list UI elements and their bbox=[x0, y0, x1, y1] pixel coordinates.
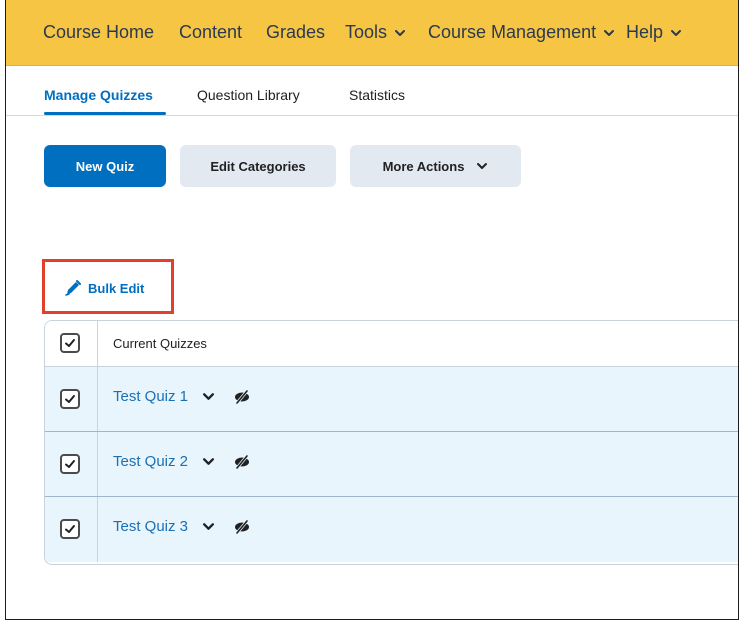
edit-categories-button-label: Edit Categories bbox=[210, 158, 306, 174]
row-checkbox[interactable] bbox=[60, 519, 80, 539]
nav-grades[interactable]: Grades bbox=[266, 22, 325, 43]
nav-tools[interactable]: Tools bbox=[345, 22, 406, 43]
column-divider bbox=[97, 367, 98, 431]
checkmark-icon bbox=[65, 460, 75, 468]
quiz-cell: Test Quiz 2 bbox=[113, 453, 251, 470]
row-checkbox[interactable] bbox=[60, 389, 80, 409]
table-row: Test Quiz 1 bbox=[45, 367, 738, 432]
table-row: Test Quiz 3 bbox=[45, 497, 738, 562]
nav-course-management[interactable]: Course Management bbox=[428, 22, 615, 43]
more-actions-button-label: More Actions bbox=[382, 158, 465, 174]
nav-grades-label: Grades bbox=[266, 22, 326, 42]
bulk-edit-label: Bulk Edit bbox=[88, 280, 145, 296]
chevron-down-icon[interactable] bbox=[202, 455, 215, 468]
column-divider bbox=[97, 497, 98, 562]
nav-content[interactable]: Content bbox=[179, 22, 242, 43]
quizzes-table: Current Quizzes Test Quiz 1 Test Quiz 2 … bbox=[44, 320, 738, 565]
nav-course-home-label: Course Home bbox=[43, 22, 155, 42]
hidden-eye-icon bbox=[235, 389, 250, 404]
column-divider bbox=[97, 432, 98, 496]
tab-question-library[interactable]: Question Library bbox=[197, 87, 300, 103]
select-all-checkbox[interactable] bbox=[60, 333, 80, 353]
pencil-icon bbox=[65, 280, 81, 296]
nav-course-home[interactable]: Course Home bbox=[43, 22, 154, 43]
nav-course-management-label: Course Management bbox=[428, 22, 597, 42]
column-divider bbox=[97, 321, 98, 366]
checkmark-icon bbox=[65, 339, 75, 347]
quiz-cell: Test Quiz 1 bbox=[113, 388, 251, 405]
row-checkbox[interactable] bbox=[60, 454, 80, 474]
chevron-down-icon bbox=[604, 29, 615, 36]
quiz-link[interactable]: Test Quiz 2 bbox=[113, 453, 188, 470]
current-quizzes-header: Current Quizzes bbox=[113, 336, 207, 351]
quiz-link[interactable]: Test Quiz 3 bbox=[113, 518, 188, 535]
nav-help[interactable]: Help bbox=[626, 22, 682, 43]
more-actions-button[interactable]: More Actions bbox=[350, 145, 521, 187]
tab-statistics[interactable]: Statistics bbox=[349, 87, 405, 103]
new-quiz-button[interactable]: New Quiz bbox=[44, 145, 166, 187]
checkmark-icon bbox=[65, 395, 75, 403]
bulk-edit-button[interactable]: Bulk Edit bbox=[64, 279, 144, 297]
edit-categories-button[interactable]: Edit Categories bbox=[180, 145, 336, 187]
active-tab-indicator bbox=[44, 112, 166, 115]
chevron-down-icon bbox=[671, 29, 682, 36]
quiz-link[interactable]: Test Quiz 1 bbox=[113, 388, 188, 405]
chevron-down-icon bbox=[395, 29, 406, 36]
new-quiz-button-label: New Quiz bbox=[75, 158, 135, 174]
chevron-down-icon[interactable] bbox=[202, 390, 215, 403]
table-row: Test Quiz 2 bbox=[45, 432, 738, 497]
chevron-down-icon bbox=[477, 163, 488, 169]
hidden-eye-icon bbox=[235, 454, 250, 469]
nav-content-label: Content bbox=[179, 22, 243, 42]
quiz-cell: Test Quiz 3 bbox=[113, 518, 251, 535]
chevron-down-icon[interactable] bbox=[202, 520, 215, 533]
nav-help-label: Help bbox=[626, 22, 664, 42]
nav-tools-label: Tools bbox=[345, 22, 388, 42]
hidden-eye-icon bbox=[235, 519, 250, 534]
quiz-subtabs: Manage Quizzes Question Library Statisti… bbox=[6, 66, 738, 116]
course-navbar: Course Home Content Grades Tools Course … bbox=[6, 0, 738, 66]
tab-manage-quizzes[interactable]: Manage Quizzes bbox=[44, 87, 153, 103]
app-frame: Course Home Content Grades Tools Course … bbox=[5, 0, 739, 620]
checkmark-icon bbox=[65, 525, 75, 533]
table-header-row: Current Quizzes bbox=[45, 321, 738, 367]
